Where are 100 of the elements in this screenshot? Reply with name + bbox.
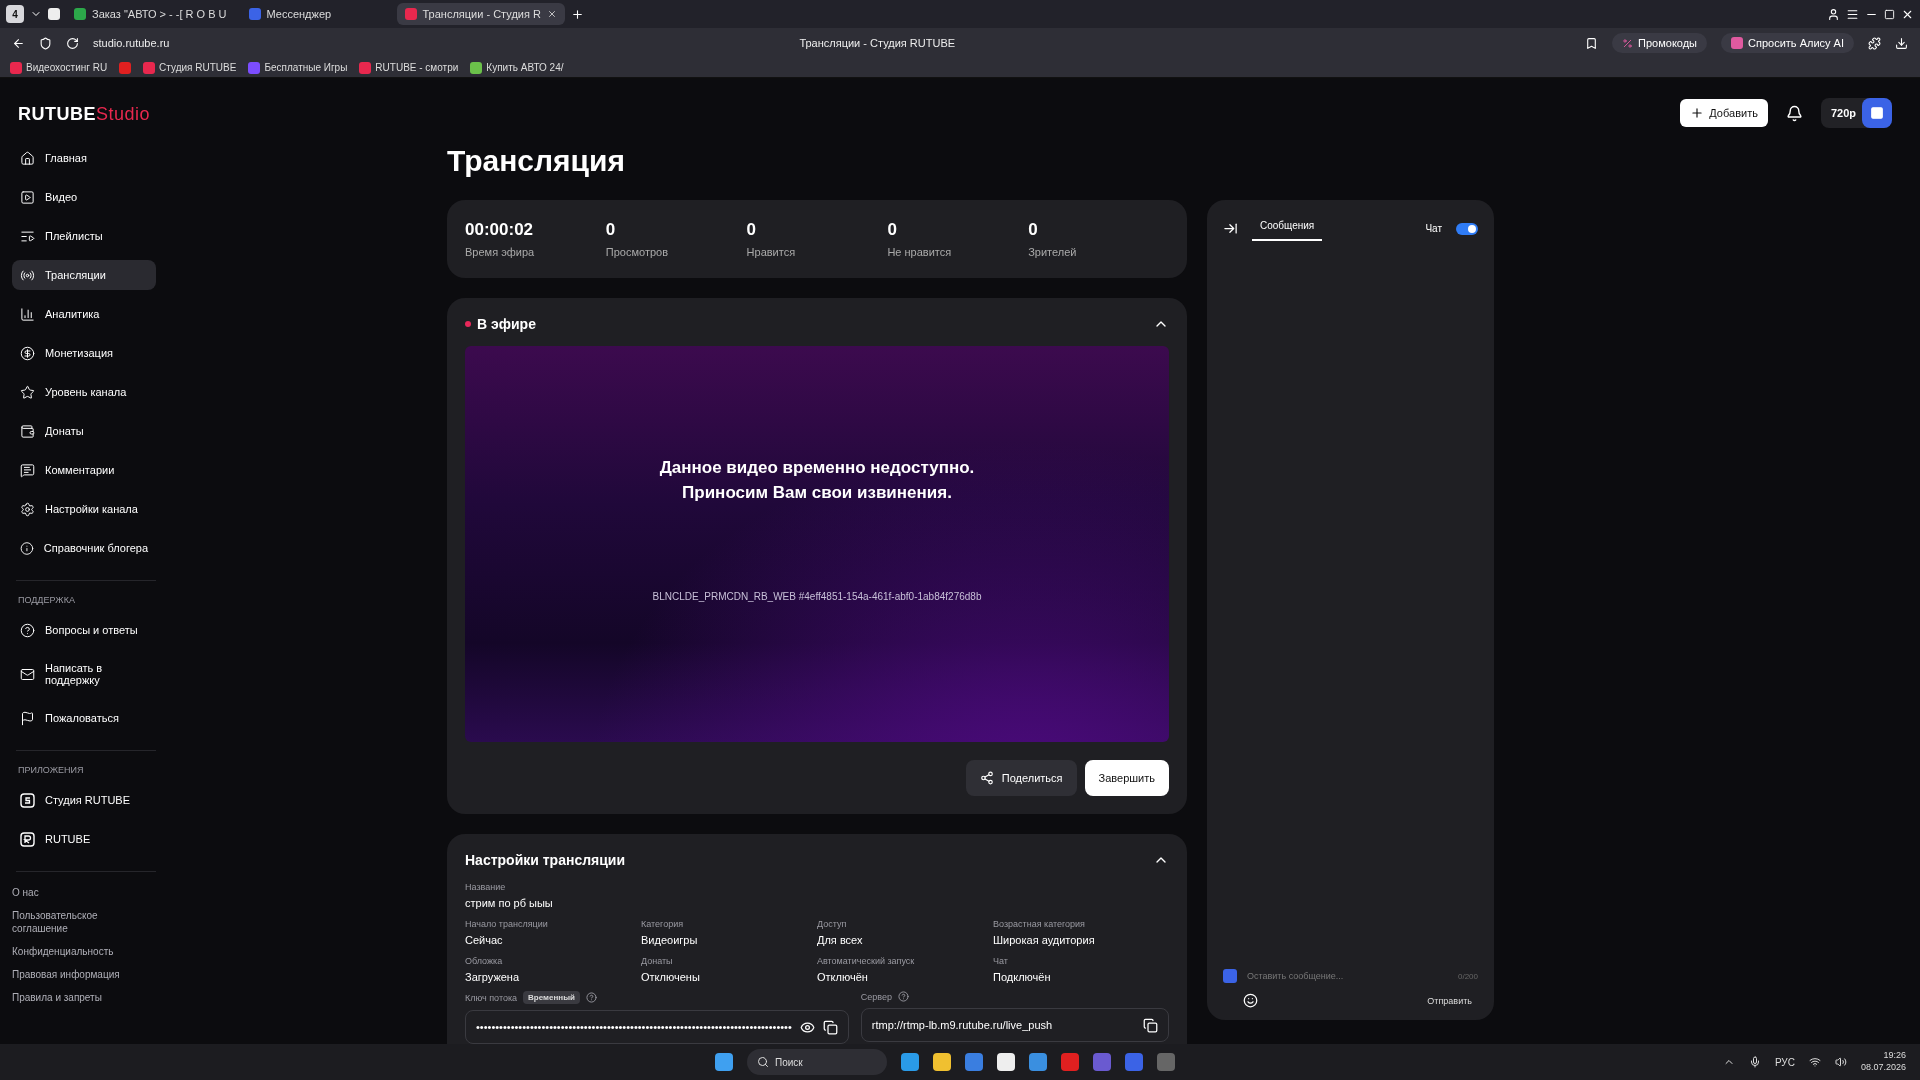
extensions-icon[interactable] [1868, 36, 1881, 50]
bookmark[interactable]: Видеохостинг RU [10, 61, 108, 74]
nav-item[interactable]: Плейлисты [12, 221, 156, 251]
copy-icon[interactable] [1143, 1017, 1158, 1033]
send-button[interactable]: Отправить [1421, 994, 1478, 1007]
taskbar-app-icon[interactable] [933, 1053, 951, 1071]
taskbar-app-icon[interactable] [997, 1053, 1015, 1071]
menu-icon[interactable] [1846, 7, 1859, 21]
app-icon [20, 831, 35, 847]
restore-icon[interactable] [1884, 8, 1895, 20]
field-label: Обложка [465, 956, 504, 966]
card-title: Настройки трансляции [465, 852, 626, 868]
logo[interactable]: RUTUBEStudio [18, 104, 160, 125]
footer-link[interactable]: Конфиденциальность [12, 945, 122, 958]
bookmark[interactable]: RUTUBE - смотри [359, 61, 459, 74]
new-tab-icon[interactable] [570, 7, 584, 21]
coin-icon [20, 345, 35, 361]
field-value: Отключён [817, 971, 869, 983]
nav-item[interactable]: Вопросы и ответы [12, 615, 156, 645]
field-label: Категория [641, 919, 685, 929]
nav-item[interactable]: Монетизация [12, 338, 156, 368]
download-icon[interactable] [1895, 36, 1908, 50]
bookmark[interactable]: Купить АВТО 24/ [470, 61, 564, 74]
nav-item[interactable]: RUTUBE [12, 824, 156, 854]
taskbar-app-icon[interactable] [965, 1053, 983, 1071]
bookmark[interactable]: Студия RUTUBE [143, 61, 237, 74]
nav-item[interactable]: Студия RUTUBE [12, 785, 156, 815]
promo-button[interactable]: Промокоды [1612, 33, 1708, 53]
search-icon [757, 1056, 769, 1068]
stat-value: 00:00:02 [465, 220, 535, 240]
volume-icon[interactable] [1834, 1056, 1847, 1068]
taskbar-app-icon[interactable] [1125, 1053, 1143, 1071]
taskbar-app-icon[interactable] [1029, 1053, 1047, 1071]
taskbar-search[interactable]: Поиск [747, 1049, 887, 1075]
nav-item[interactable]: Трансляции [12, 260, 156, 290]
chat-toggle[interactable] [1456, 222, 1478, 235]
taskbar-app-icon[interactable] [1061, 1053, 1079, 1071]
emoji-icon[interactable] [1243, 993, 1258, 1008]
bookmark-icon[interactable] [1585, 36, 1599, 50]
char-counter: 0/200 [1457, 971, 1478, 981]
nav-item[interactable]: Справочник блогера [12, 533, 156, 563]
help-icon [20, 622, 35, 638]
nav-item[interactable]: Настройки канала [12, 494, 156, 524]
taskbar-app-icon[interactable] [1093, 1053, 1111, 1071]
assistant-button[interactable]: Спросить Алису AI [1721, 33, 1854, 53]
footer-link[interactable]: Правовая информация [12, 968, 122, 981]
stat-value: 0 [746, 220, 758, 240]
language-indicator[interactable]: РУС [1774, 1056, 1795, 1068]
server-field[interactable]: rtmp://rtmp-lb.m9.rutube.ru/live_push [860, 1008, 1169, 1042]
stat-value: 0 [1028, 220, 1039, 240]
field-value: Видеоигры [641, 934, 699, 946]
mail-icon [20, 666, 35, 682]
profile-icon[interactable] [1827, 7, 1840, 21]
shield-icon[interactable] [39, 36, 52, 50]
field-label: Донаты [641, 956, 674, 966]
field-value: Подключён [993, 971, 1052, 983]
copy-icon[interactable] [822, 1019, 838, 1035]
nav-item[interactable]: Уровень канала [12, 377, 156, 407]
collapse-panel-icon[interactable] [1223, 221, 1238, 236]
plus-icon [1690, 106, 1705, 120]
footer-link[interactable]: О нас [12, 886, 122, 899]
field-value: Сейчас [465, 934, 504, 946]
stream-key-field[interactable]: •••••••••••••••••••••••••••••••••••••••••••••••••••••••••••••••••••••••••••••••••• [465, 1010, 849, 1044]
taskbar-app-icon[interactable] [901, 1053, 919, 1071]
share-icon [979, 771, 994, 785]
live-dot [465, 321, 471, 327]
nav-item[interactable]: Пожаловаться [12, 703, 156, 733]
quality-button[interactable]: 720p [1820, 98, 1892, 128]
browser-tab[interactable]: Мессенджер [240, 3, 391, 25]
stat-label: Просмотров [605, 246, 669, 258]
help-icon[interactable] [898, 991, 909, 1002]
bell-icon[interactable] [1785, 104, 1803, 122]
messages-tab[interactable]: Сообщения [1252, 216, 1323, 241]
nav-item[interactable]: Написать в поддержку [12, 654, 156, 694]
help-icon[interactable] [585, 992, 597, 1003]
back-icon[interactable] [12, 36, 25, 50]
show-icon[interactable] [799, 1019, 815, 1035]
share-button[interactable]: Поделиться [965, 760, 1077, 796]
wifi-icon[interactable] [1808, 1056, 1821, 1068]
avatar-icon[interactable] [1862, 98, 1892, 128]
footer-link[interactable]: Правила и запреты [12, 991, 122, 1004]
browser-tab[interactable]: Заказ "АВТО > - -[ R O B U [66, 3, 235, 25]
bookmark[interactable]: Бесплатные Игры [248, 61, 348, 74]
add-button[interactable]: Добавить [1680, 99, 1768, 127]
nav-item[interactable]: Аналитика [12, 299, 156, 329]
nav-item[interactable]: Главная [12, 143, 156, 173]
nav-item[interactable]: Донаты [12, 416, 156, 446]
clock[interactable]: 19:26 08.07.2026 [1860, 1050, 1906, 1074]
address-field[interactable]: studio.rutube.ru [93, 37, 170, 49]
nav-item[interactable]: Комментарии [12, 455, 156, 485]
field-label: Доступ [817, 919, 848, 929]
mic-icon[interactable] [1748, 1056, 1761, 1068]
message-input[interactable]: Оставить сообщение... [1245, 970, 1450, 982]
nav-item[interactable]: Видео [12, 182, 156, 212]
finish-button[interactable]: Завершить [1084, 760, 1169, 796]
reload-icon[interactable] [66, 36, 79, 50]
browser-tab[interactable]: Трансляции - Студия R [396, 3, 565, 25]
footer-link[interactable]: Пользовательское соглашение [12, 909, 122, 935]
close-tab-icon[interactable] [546, 9, 557, 19]
tab-count[interactable]: 4 [6, 5, 24, 23]
